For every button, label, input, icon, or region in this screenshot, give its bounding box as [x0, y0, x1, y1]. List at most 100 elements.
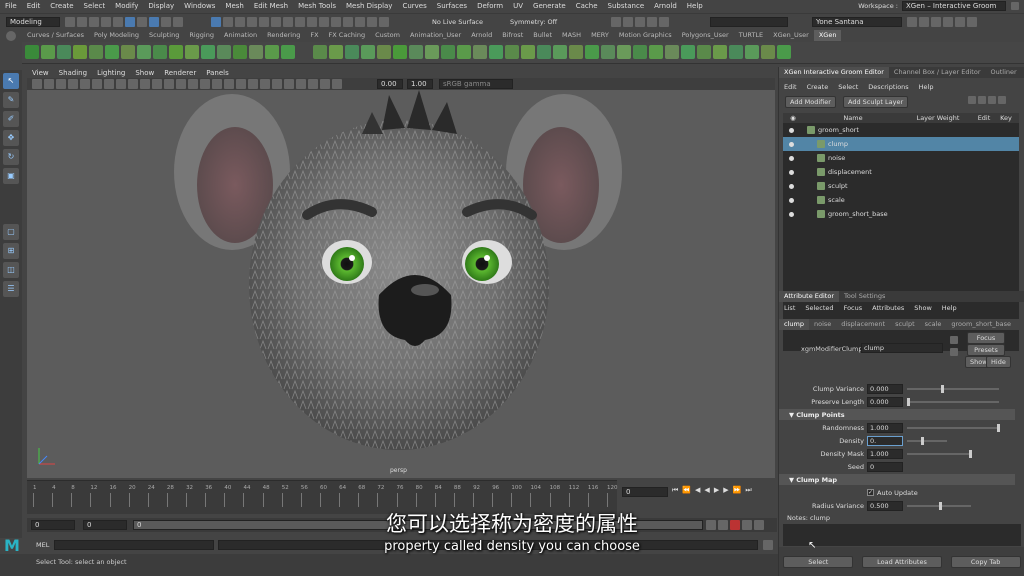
camera-attr-icon[interactable]	[44, 79, 54, 89]
menu-surfaces[interactable]: Surfaces	[432, 2, 472, 10]
xgen-groom-icon-44[interactable]	[745, 45, 759, 59]
menu-help[interactable]: Help	[682, 2, 708, 10]
visibility-icon[interactable]	[789, 155, 794, 161]
2d-pan-icon[interactable]	[80, 79, 90, 89]
attr-field[interactable]: 0	[867, 461, 903, 472]
current-frame-field[interactable]: 0	[622, 487, 668, 497]
shelf-tab-bifrost[interactable]: Bifrost	[497, 30, 528, 41]
xgen-groom-icon-6[interactable]	[121, 45, 135, 59]
safe-title-icon[interactable]	[176, 79, 186, 89]
xgen-groom-icon-20[interactable]	[361, 45, 375, 59]
bookmark-icon[interactable]	[56, 79, 66, 89]
xgen-groom-icon-32[interactable]	[553, 45, 567, 59]
shelf-tab-bullet[interactable]: Bullet	[528, 30, 557, 41]
workspace-dropdown[interactable]: XGen – Interactive Groom	[902, 1, 1006, 11]
ae-menu-show[interactable]: Show	[909, 304, 937, 312]
node-tab-clump[interactable]: clump	[779, 319, 809, 330]
xgen-groom-icon-19[interactable]	[345, 45, 359, 59]
xgen-groom-icon-16[interactable]	[281, 45, 295, 59]
list-item[interactable]: noise	[783, 151, 1019, 165]
ae-menu-selected[interactable]: Selected	[800, 304, 838, 312]
shelf-tab-curves[interactable]: Curves / Surfaces	[22, 30, 89, 41]
attribute-editor-icon[interactable]	[931, 17, 941, 27]
ao-icon[interactable]	[260, 79, 270, 89]
step-forward-key-icon[interactable]: ▶	[723, 486, 728, 494]
node-tab-sculpt[interactable]: sculpt	[890, 319, 920, 330]
attr-field[interactable]: 0.000	[867, 396, 903, 407]
antialias-icon[interactable]	[284, 79, 294, 89]
menu-cache[interactable]: Cache	[571, 2, 603, 10]
shelf-tab-animation[interactable]: Animation	[219, 30, 262, 41]
target-icon[interactable]	[367, 17, 377, 27]
menu-mesh-tools[interactable]: Mesh Tools	[293, 2, 341, 10]
list-item[interactable]: groom_short	[783, 123, 1019, 137]
visibility-icon[interactable]	[789, 141, 794, 147]
grease-pencil-icon[interactable]	[92, 79, 102, 89]
attr-slider[interactable]	[907, 385, 999, 393]
channel-box-icon[interactable]	[955, 17, 965, 27]
node-output-icon[interactable]	[950, 348, 958, 356]
tab-outliner[interactable]: Outliner	[986, 67, 1022, 78]
search-field[interactable]	[710, 17, 788, 27]
shelf-tab-rigging[interactable]: Rigging	[184, 30, 219, 41]
xgen-groom-icon-12[interactable]	[217, 45, 231, 59]
node-tab-scale[interactable]: scale	[920, 319, 947, 330]
image-plane-icon[interactable]	[68, 79, 78, 89]
snap-point-icon[interactable]	[235, 17, 245, 27]
xgen-groom-icon-31[interactable]	[537, 45, 551, 59]
xgen-groom-icon-36[interactable]	[617, 45, 631, 59]
shelf-tab-arnold[interactable]: Arnold	[466, 30, 497, 41]
ipr-icon[interactable]	[307, 17, 317, 27]
menu-mesh-display[interactable]: Mesh Display	[341, 2, 397, 10]
node-tab-groom-base[interactable]: groom_short_base	[946, 319, 1016, 330]
shelf-tab-motion-graphics[interactable]: Motion Graphics	[614, 30, 677, 41]
menu-windows[interactable]: Windows	[179, 2, 220, 10]
header-edit[interactable]: Edit	[973, 114, 995, 122]
move-tool-icon[interactable]: ✥	[3, 130, 19, 146]
step-back-icon[interactable]: ⏪	[682, 486, 691, 494]
attr-field[interactable]: 1.000	[867, 422, 903, 433]
menu-uv[interactable]: UV	[508, 2, 528, 10]
shelf-tab-animation-user[interactable]: Animation_User	[405, 30, 466, 41]
xgen-groom-icon-30[interactable]	[521, 45, 535, 59]
hide-button[interactable]: Hide	[986, 356, 1011, 368]
xgen-groom-icon-28[interactable]	[489, 45, 503, 59]
single-pane-icon[interactable]: ▢	[3, 224, 19, 240]
attr-field[interactable]: 1.000	[867, 448, 903, 459]
header-layer-weight[interactable]: Layer Weight	[903, 114, 973, 122]
step-back-key-icon[interactable]: ◀	[695, 486, 700, 494]
step-forward-icon[interactable]: ⏩	[733, 486, 742, 494]
auto-update-checkbox[interactable]: ✓	[867, 489, 874, 496]
xgen-groom-icon-17[interactable]	[313, 45, 327, 59]
menu-edit-mesh[interactable]: Edit Mesh	[249, 2, 293, 10]
node-name-field[interactable]: clump	[861, 343, 943, 353]
shelf-tab-xgen[interactable]: XGen	[813, 30, 842, 41]
save-scene-icon[interactable]	[89, 17, 99, 27]
xgen-groom-icon-27[interactable]	[473, 45, 487, 59]
menu-deform[interactable]: Deform	[472, 2, 508, 10]
add-modifier-button[interactable]: Add Modifier	[785, 96, 836, 108]
scale-tool-icon[interactable]: ▣	[3, 168, 19, 184]
attr-field[interactable]: 0.	[867, 435, 903, 446]
copy-tab-button[interactable]: Copy Tab	[950, 555, 1021, 568]
shelf-tab-fx[interactable]: FX	[305, 30, 323, 41]
section-clump-map[interactable]: ▼ Clump Map	[779, 474, 1015, 485]
two-pane-icon[interactable]: ◫	[3, 262, 19, 278]
visibility-icon[interactable]	[789, 127, 794, 133]
xgen-groom-icon-26[interactable]	[457, 45, 471, 59]
menu-arnold[interactable]: Arnold	[649, 2, 682, 10]
viewport-menu-view[interactable]: View	[27, 69, 54, 77]
xgen-groom-icon-29[interactable]	[505, 45, 519, 59]
user-account[interactable]: Yone Santana	[812, 17, 902, 27]
shelf-tab-custom[interactable]: Custom	[370, 30, 405, 41]
xgen-groom-icon-13[interactable]	[233, 45, 247, 59]
play-back-icon[interactable]: ◀	[704, 486, 709, 494]
gate-mask-icon[interactable]	[140, 79, 150, 89]
viewport-menu-lighting[interactable]: Lighting	[92, 69, 130, 77]
xgen-groom-icon-35[interactable]	[601, 45, 615, 59]
xgen-groom-icon-5[interactable]	[105, 45, 119, 59]
tool-settings-icon[interactable]	[943, 17, 953, 27]
xgen-delete-icon[interactable]	[25, 45, 39, 59]
go-start-icon[interactable]: ⏮	[672, 486, 678, 495]
node-tab-displacement[interactable]: displacement	[836, 319, 890, 330]
